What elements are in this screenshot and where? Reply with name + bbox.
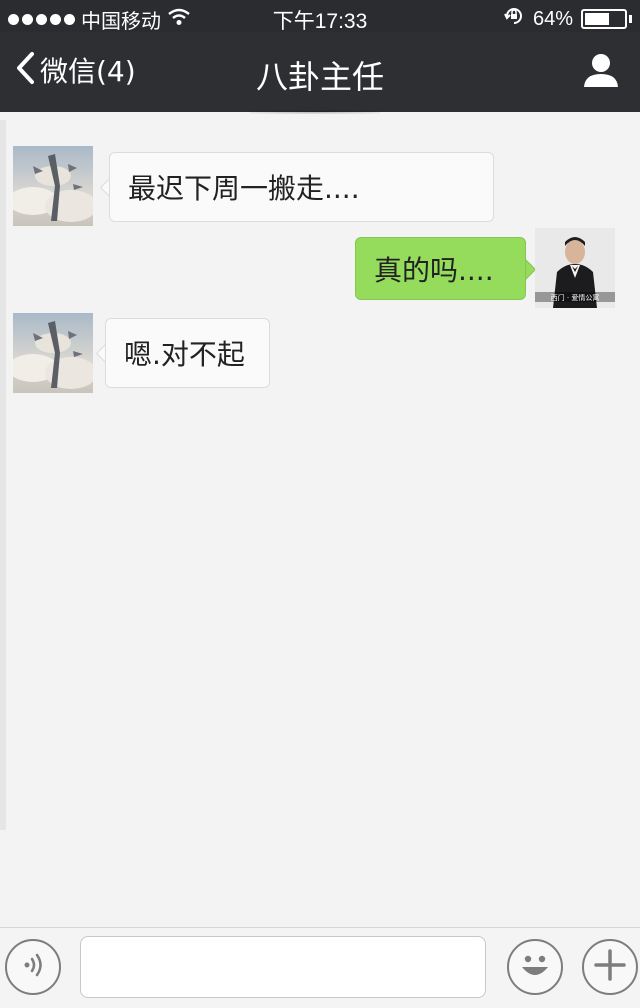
outgoing-message-bubble[interactable]: 真的吗.... — [355, 237, 526, 300]
wifi-icon — [167, 8, 191, 32]
voice-button[interactable] — [5, 939, 61, 995]
nav-shadow — [250, 110, 380, 114]
contact-info-button[interactable] — [582, 52, 620, 92]
incoming-message-bubble[interactable]: 嗯.对不起 — [105, 318, 270, 388]
chat-left-edge — [0, 120, 6, 830]
emoji-button[interactable] — [507, 939, 563, 995]
incoming-message-bubble[interactable]: 最迟下周一搬走.... — [109, 152, 494, 222]
message-text: 嗯.对不起 — [124, 338, 245, 371]
status-bar: 中国移动 下午17:33 64% — [0, 0, 640, 34]
signal-dots-icon — [8, 14, 75, 25]
message-text: 真的吗.... — [374, 253, 494, 287]
status-left: 中国移动 — [8, 5, 191, 34]
back-button[interactable]: 微信(4) — [14, 50, 136, 90]
contact-avatar[interactable] — [13, 313, 93, 393]
status-right: 64% — [503, 5, 632, 33]
person-icon — [582, 54, 620, 92]
input-bar — [0, 927, 640, 1008]
message-input[interactable] — [80, 936, 486, 998]
message-text: 最迟下周一搬走.... — [128, 172, 360, 205]
avatar-caption: 西门 · 爱情公寓 — [551, 293, 600, 302]
battery-percent: 64% — [532, 7, 573, 30]
emoji-icon — [513, 943, 557, 991]
voice-icon — [18, 951, 48, 983]
navigation-bar: 微信(4) 八卦主任 — [0, 32, 640, 112]
rotation-lock-icon — [503, 5, 525, 33]
battery-icon — [581, 9, 627, 29]
contact-avatar[interactable] — [13, 146, 93, 226]
plus-icon — [592, 947, 628, 987]
chevron-left-icon — [14, 51, 36, 89]
back-label: 微信(4) — [40, 55, 136, 88]
carrier-name: 中国移动 — [81, 11, 161, 33]
more-button[interactable] — [582, 939, 638, 995]
battery-fill — [585, 13, 609, 25]
my-avatar[interactable]: 西门 · 爱情公寓 — [535, 228, 615, 308]
battery-tip — [629, 15, 632, 23]
